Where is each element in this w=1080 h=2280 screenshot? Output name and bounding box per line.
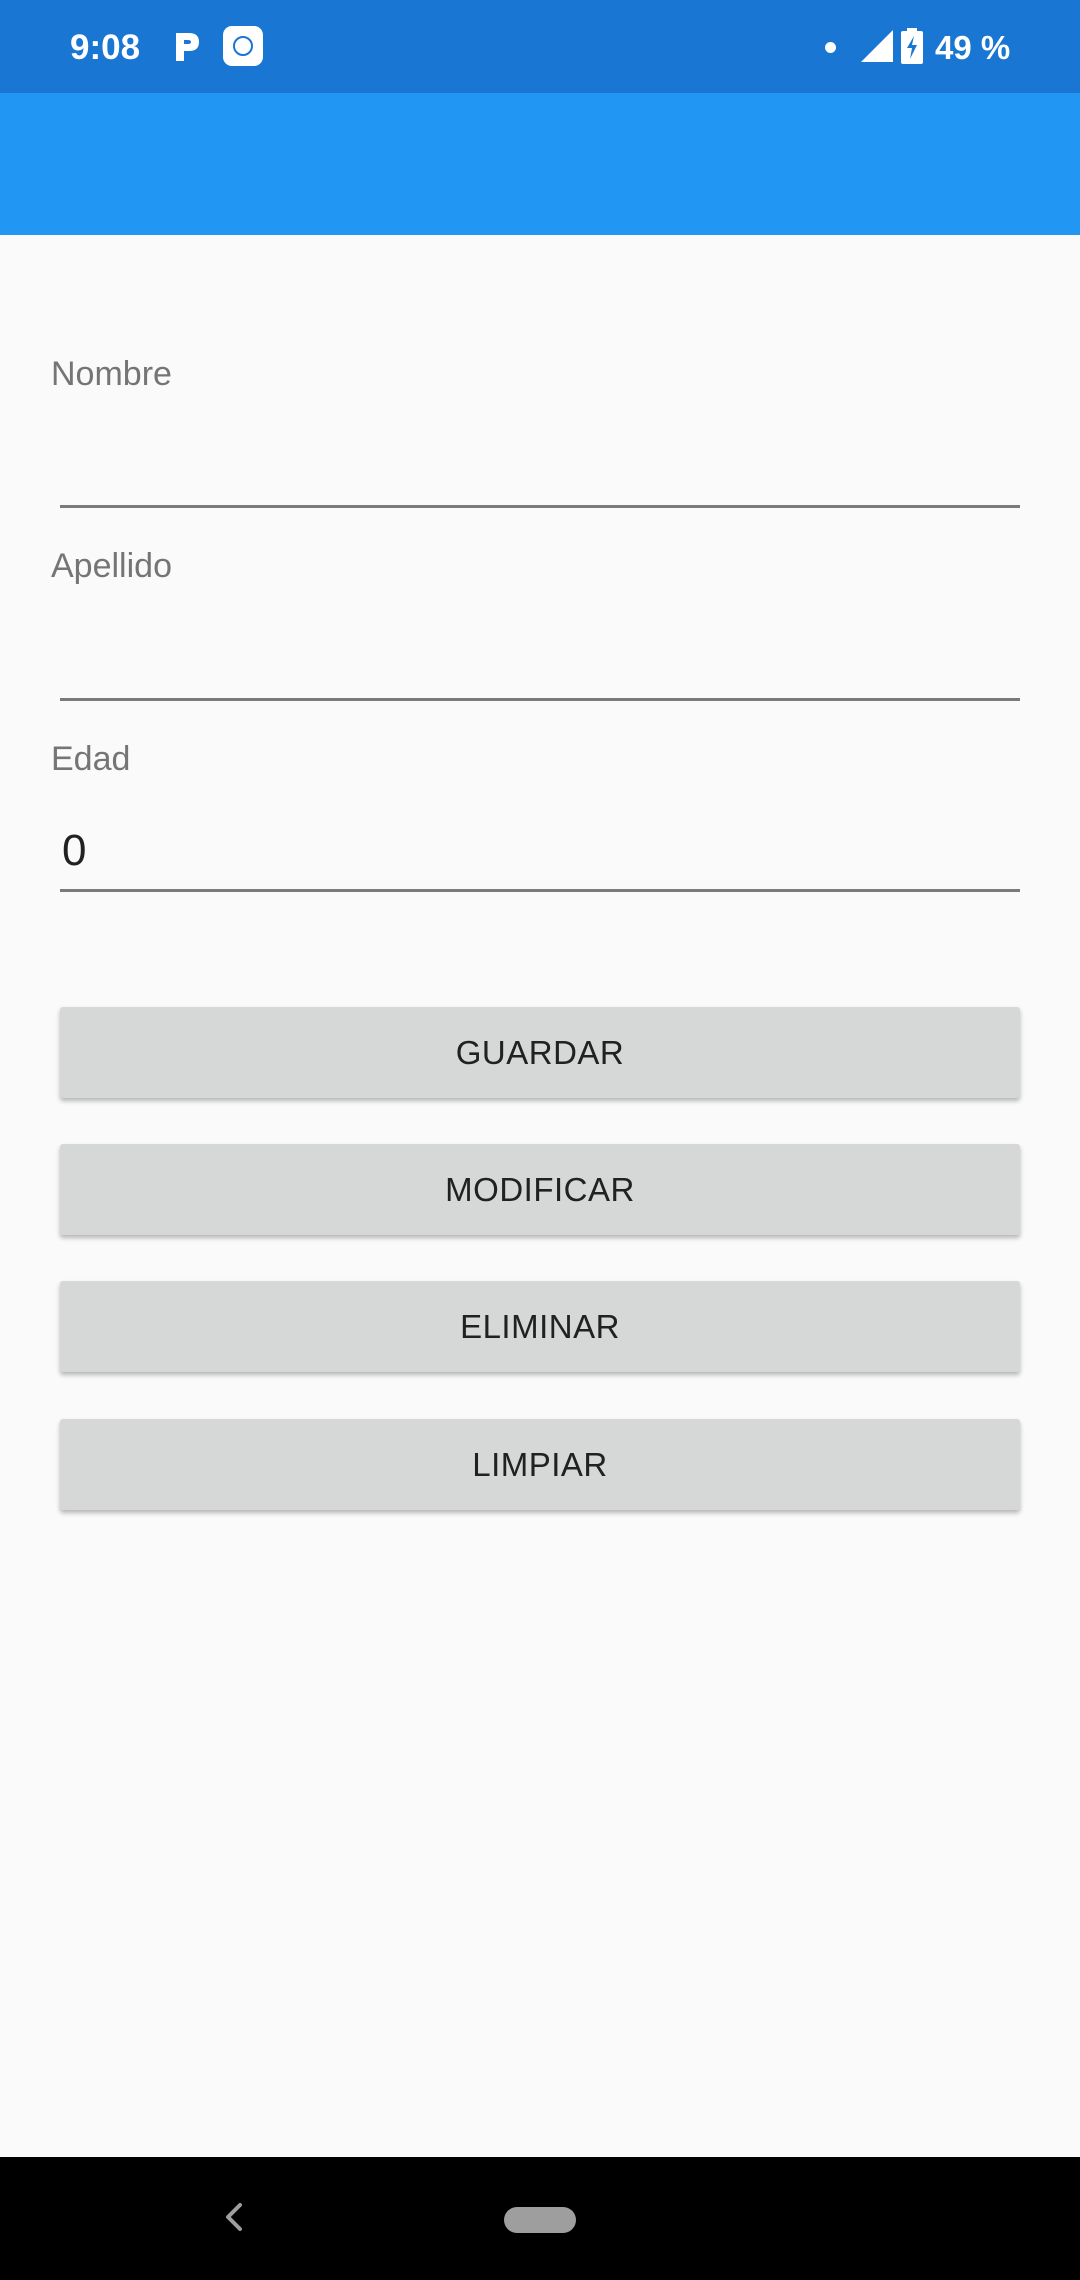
- back-icon[interactable]: [218, 2199, 248, 2235]
- eliminar-button[interactable]: ELIMINAR: [60, 1281, 1020, 1372]
- edad-label: Edad: [51, 740, 131, 778]
- cell-signal-icon: [861, 30, 893, 62]
- parking-icon: [176, 33, 199, 61]
- apellido-input[interactable]: [60, 621, 1020, 701]
- battery-percentage: 49 %: [935, 29, 1011, 66]
- status-bar: 9:08 49 %: [0, 0, 1080, 93]
- app-notification-icon: [223, 26, 263, 66]
- nombre-label: Nombre: [51, 355, 172, 393]
- status-time: 9:08: [70, 28, 141, 67]
- notification-dot-icon: [825, 42, 836, 53]
- edad-input[interactable]: [60, 812, 1020, 892]
- apellido-label: Apellido: [51, 547, 172, 585]
- limpiar-button[interactable]: LIMPIAR: [60, 1419, 1020, 1510]
- app-bar: [0, 93, 1080, 235]
- guardar-button[interactable]: GUARDAR: [60, 1007, 1020, 1098]
- battery-charging-icon: [901, 28, 923, 64]
- home-pill-icon[interactable]: [504, 2207, 576, 2233]
- nombre-input[interactable]: [60, 428, 1020, 508]
- modificar-button[interactable]: MODIFICAR: [60, 1144, 1020, 1235]
